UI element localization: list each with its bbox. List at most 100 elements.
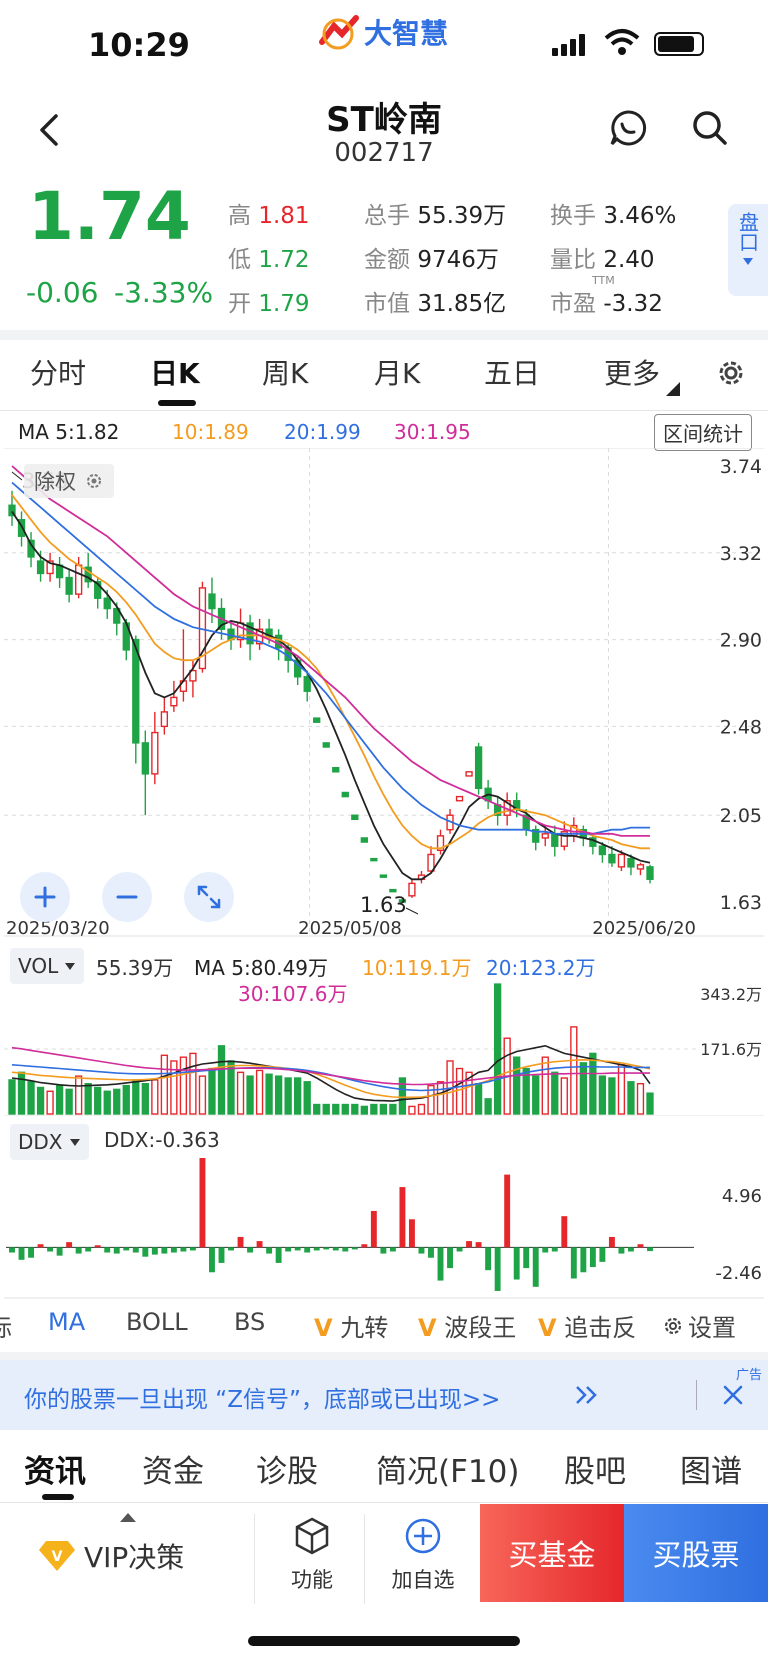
indicator-ma[interactable]: MA xyxy=(48,1308,85,1336)
volume-row: 总手 55.39万 xyxy=(364,203,507,229)
indicator-zhuiji[interactable]: V 追击反 xyxy=(538,1308,638,1343)
tab-daily-k[interactable]: 日K xyxy=(150,352,200,392)
vip-decision-button[interactable]: V VIP决策 xyxy=(38,1536,184,1576)
ddx-bar xyxy=(523,1247,530,1269)
candle-body xyxy=(351,814,359,821)
tab-more[interactable]: 更多 xyxy=(604,352,660,392)
indicator-bs[interactable]: BS xyxy=(234,1308,265,1336)
chart-settings-button[interactable] xyxy=(714,356,748,390)
svg-text:V: V xyxy=(52,1549,63,1565)
vol-tick-label: 343.2万 xyxy=(700,985,762,1004)
caret-up-icon xyxy=(120,1513,136,1522)
add-circle-icon xyxy=(405,1518,441,1554)
volume-bar xyxy=(493,983,502,1115)
search-button[interactable] xyxy=(690,108,730,148)
pe-row: 市盈 -3.32 xyxy=(550,291,663,317)
volume-bar xyxy=(246,1075,254,1115)
bottom-tab-active-indicator xyxy=(42,1494,74,1500)
zoom-out-button[interactable] xyxy=(102,872,152,922)
app-logo: 大智慧 xyxy=(318,10,448,54)
ad-banner[interactable]: 广告 你的股票一旦出现 “Z信号”，底部或已出现>> xyxy=(0,1360,768,1430)
volume-chart[interactable]: 343.2万 171.6万 xyxy=(0,980,768,1116)
ddx-bar xyxy=(228,1247,234,1251)
current-price: 1.74 xyxy=(28,178,191,255)
volume-bar xyxy=(541,1056,549,1115)
tab-minute[interactable]: 分时 xyxy=(30,352,86,392)
bottom-tab-funds[interactable]: 资金 xyxy=(142,1446,204,1491)
chat-button[interactable] xyxy=(608,108,648,148)
chat-icon xyxy=(610,110,647,146)
volume-bar xyxy=(255,1069,264,1115)
ddx-bar xyxy=(447,1247,453,1269)
function-button[interactable]: 功能 xyxy=(284,1516,340,1594)
candle-body xyxy=(379,874,388,878)
indicator-jiuzhuan[interactable]: V 九转 xyxy=(314,1308,388,1343)
close-icon xyxy=(723,1385,743,1405)
candle-body xyxy=(608,853,616,864)
ddx-bar xyxy=(275,1247,282,1263)
candle-body xyxy=(627,857,635,868)
indicator-boll[interactable]: BOLL xyxy=(126,1308,188,1336)
ddx-bar xyxy=(294,1247,301,1251)
ddx-bar xyxy=(113,1247,120,1254)
ddx-bar xyxy=(513,1247,520,1280)
ddx-bar xyxy=(608,1236,615,1248)
ddx-bar xyxy=(142,1247,149,1257)
amount-row: 金额 9746万 xyxy=(364,247,499,273)
buy-stock-button[interactable]: 买股票 xyxy=(624,1504,768,1602)
bottom-tab-f10[interactable]: 简况(F10) xyxy=(376,1446,519,1491)
bottom-tab-graph[interactable]: 图谱 xyxy=(680,1446,742,1491)
volume-bar xyxy=(455,1067,464,1115)
volume-bar xyxy=(151,1079,159,1115)
volume-bar xyxy=(341,1103,349,1115)
volume-bar xyxy=(55,1084,64,1115)
candle-body xyxy=(208,593,216,610)
adjust-button[interactable]: 除权 xyxy=(24,464,114,498)
ddx-bar xyxy=(418,1247,425,1254)
y-tick-label: 1.63 xyxy=(720,892,762,914)
candle-body xyxy=(170,696,178,707)
bottom-tab-diagnose[interactable]: 诊股 xyxy=(256,1446,318,1491)
vip-v-icon: V xyxy=(538,1314,557,1342)
tab-weekly-k[interactable]: 周K xyxy=(262,352,308,392)
fullscreen-button[interactable] xyxy=(184,872,234,922)
ddx-bar xyxy=(466,1241,473,1248)
ddx-chart[interactable]: 4.96 -2.46 xyxy=(0,1150,768,1300)
ddx-bar xyxy=(285,1247,292,1252)
ddx-bar xyxy=(618,1247,625,1254)
turnover-row: 换手 3.46% xyxy=(550,203,677,229)
volume-bar xyxy=(484,1098,492,1115)
volume-bar xyxy=(179,1056,188,1115)
buy-fund-button[interactable]: 买基金 xyxy=(480,1504,624,1602)
stock-code: 002717 xyxy=(334,138,434,168)
indicator-tab-partial[interactable]: 标 xyxy=(0,1308,12,1343)
volume-bar xyxy=(608,1077,616,1115)
tab-monthly-k[interactable]: 月K xyxy=(374,352,420,392)
high-row: 高 1.81 xyxy=(228,203,310,229)
home-indicator xyxy=(248,1636,520,1646)
open-row: 开 1.79 xyxy=(228,291,310,317)
vol-selector[interactable]: VOL xyxy=(10,948,85,984)
indicator-settings[interactable]: 设置 xyxy=(662,1308,736,1343)
zoom-in-button[interactable] xyxy=(20,872,70,922)
range-stats-button[interactable]: 区间统计 xyxy=(654,414,752,451)
vip-v-icon: V xyxy=(314,1314,333,1342)
bottom-tab-forum[interactable]: 股吧 xyxy=(564,1446,626,1491)
ddx-bar xyxy=(9,1247,15,1253)
indicator-boduanwang[interactable]: V 波段王 xyxy=(418,1308,516,1343)
caret-down-icon xyxy=(65,963,76,970)
candle-body xyxy=(332,766,340,773)
add-watchlist-button[interactable]: 加自选 xyxy=(386,1516,460,1594)
y-tick-label: 2.05 xyxy=(720,805,762,827)
divider xyxy=(0,1352,768,1360)
orderbook-toggle[interactable]: 盘口 xyxy=(728,204,768,296)
ddx-bar xyxy=(485,1247,492,1271)
tab-five-day[interactable]: 五日 xyxy=(484,352,540,392)
bottom-tab-news[interactable]: 资讯 xyxy=(24,1446,86,1491)
ddx-bar xyxy=(85,1247,92,1252)
ad-close-button[interactable] xyxy=(720,1382,746,1408)
candle-body xyxy=(408,882,416,897)
volume-bar xyxy=(94,1086,102,1115)
y-tick-label: 3.32 xyxy=(720,543,762,565)
kline-chart[interactable]: 3.743.322.902.482.051.633.551.632025/03/… xyxy=(0,448,768,940)
